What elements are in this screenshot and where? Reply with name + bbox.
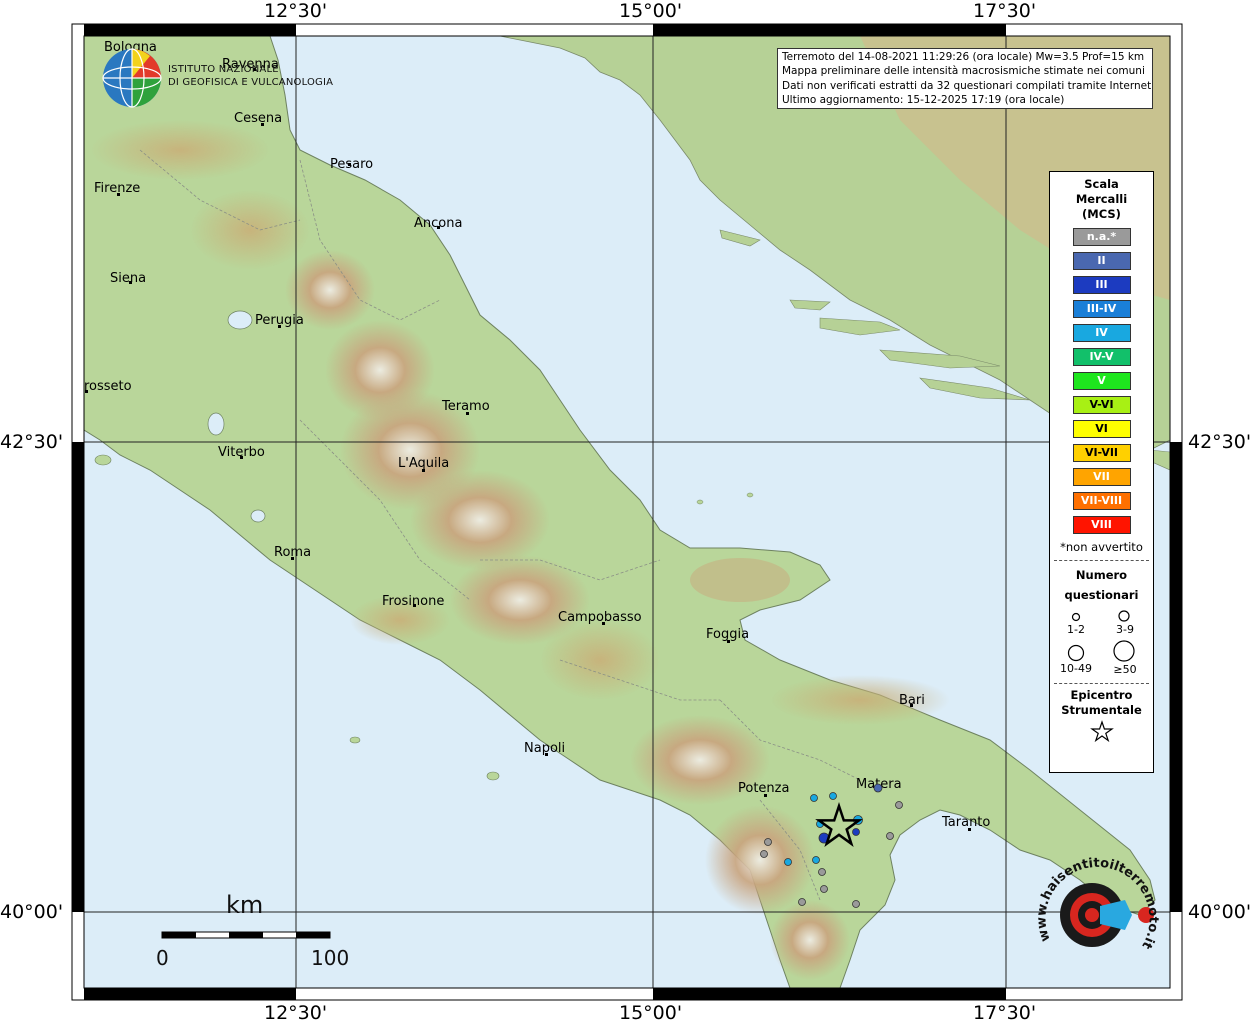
legend-swatch: VII <box>1072 468 1131 486</box>
lat-label: 42°30' <box>0 431 64 453</box>
city-label: Roma <box>274 545 311 560</box>
legend-count-title: Numero <box>1075 568 1128 582</box>
legend-swatch: IV-V <box>1072 348 1131 366</box>
institution-line: ISTITUTO NAZIONALE <box>168 64 279 75</box>
observation-point <box>812 856 820 864</box>
legend-swatch: VIII <box>1072 516 1131 534</box>
legend-swatch: V-VI <box>1072 396 1131 414</box>
event-info-line: Mappa preliminare delle intensità macros… <box>782 65 1145 78</box>
legend-swatch: VI <box>1072 420 1131 438</box>
legend-note: *non avvertito <box>1060 540 1143 554</box>
lon-label: 17°30' <box>973 1002 1037 1024</box>
lon-label: 17°30' <box>973 0 1037 22</box>
lon-label: 15°00' <box>619 1002 683 1024</box>
city-label: Ancona <box>414 216 462 231</box>
observation-point <box>820 885 828 893</box>
city-label: Campobasso <box>558 610 642 625</box>
lon-label: 15°00' <box>619 0 683 22</box>
event-info-line: Terremoto del 14-08-2021 11:29:26 (ora l… <box>782 51 1145 63</box>
city-label: Teramo <box>441 399 490 414</box>
city-label: L'Aquila <box>398 456 449 471</box>
event-info-line: Ultimo aggiornamento: 15-12-2025 17:19 (… <box>782 94 1065 107</box>
legend-swatch: n.a.* <box>1072 228 1131 246</box>
lat-label: 40°00' <box>1188 901 1252 923</box>
legend-swatch: V <box>1072 372 1131 390</box>
observation-point <box>798 898 806 906</box>
legend-title: (MCS) <box>1082 207 1121 221</box>
city-label: Siena <box>110 271 146 286</box>
city-label: Napoli <box>524 741 565 756</box>
observation-point <box>895 801 903 809</box>
legend-swatch: III-IV <box>1072 300 1131 318</box>
city-label: Bari <box>899 693 925 708</box>
city-label: Frosinone <box>382 594 444 609</box>
count-size-label: 1-2 <box>1067 623 1085 636</box>
scale-bar <box>161 931 331 939</box>
event-info-line: Dati non verificati estratti da 32 quest… <box>782 79 1153 92</box>
city-label: Cesena <box>234 111 282 126</box>
scale-max: 100 <box>311 946 350 970</box>
legend-swatch: VII-VIII <box>1072 492 1131 510</box>
legend-title: Scala <box>1084 177 1119 191</box>
city-label: rosseto <box>84 379 132 394</box>
city-label: Taranto <box>941 815 990 830</box>
observation-point <box>764 838 772 846</box>
observation-point <box>852 828 860 836</box>
city-label: Perugia <box>255 313 304 328</box>
observation-point <box>829 792 837 800</box>
institution-name: ISTITUTO NAZIONALE DI GEOFISICA E VULCAN… <box>168 63 333 89</box>
city-label: Firenze <box>94 181 140 196</box>
legend-swatch: IV <box>1072 324 1131 342</box>
epicenter-legend-star-icon <box>1089 720 1114 743</box>
city-label: Viterbo <box>218 445 265 460</box>
city-label: Pesaro <box>330 157 373 172</box>
observation-point <box>818 868 826 876</box>
lon-label: 12°30' <box>264 0 328 22</box>
observation-point <box>760 850 768 858</box>
observation-point <box>810 794 818 802</box>
legend-epicenter-title: Strumentale <box>1061 703 1142 717</box>
observation-point <box>873 783 883 793</box>
count-size-legend: 1-2 3-9 10-49 ≥50 <box>1050 605 1153 676</box>
legend-swatch: VI-VII <box>1072 444 1131 462</box>
count-size-label: 10-49 <box>1060 662 1092 675</box>
scale-unit: km <box>226 891 264 919</box>
observation-point <box>784 858 792 866</box>
legend-title: Mercalli <box>1075 192 1128 206</box>
count-size-label: 3-9 <box>1116 623 1134 636</box>
legend-count-title: questionari <box>1064 588 1139 602</box>
city-label: Potenza <box>738 781 789 796</box>
city-label: Foggia <box>706 627 749 642</box>
observation-point <box>886 832 894 840</box>
ingv-logo-icon <box>102 48 162 108</box>
lat-label: 42°30' <box>1188 431 1252 453</box>
legend-epicenter-title: Epicentro <box>1070 688 1133 702</box>
institution-line: DI GEOFISICA E VULCANOLOGIA <box>168 77 334 88</box>
legend-swatches: n.a.* II III III-IV IV IV-V V V-VI VI VI-VII VII VI… <box>1050 228 1153 534</box>
scale-min: 0 <box>156 946 169 970</box>
event-info-box: Terremoto del 14-08-2021 11:29:26 (ora l… <box>777 48 1153 109</box>
lat-label: 40°00' <box>0 901 64 923</box>
observation-point <box>852 900 860 908</box>
legend: Scala Mercalli (MCS) n.a.* II III III-IV IV I… <box>1049 171 1154 773</box>
legend-swatch: II <box>1072 252 1131 270</box>
legend-swatch: III <box>1072 276 1131 294</box>
count-size-label: ≥50 <box>1113 663 1137 676</box>
lon-label: 12°30' <box>264 1002 328 1024</box>
